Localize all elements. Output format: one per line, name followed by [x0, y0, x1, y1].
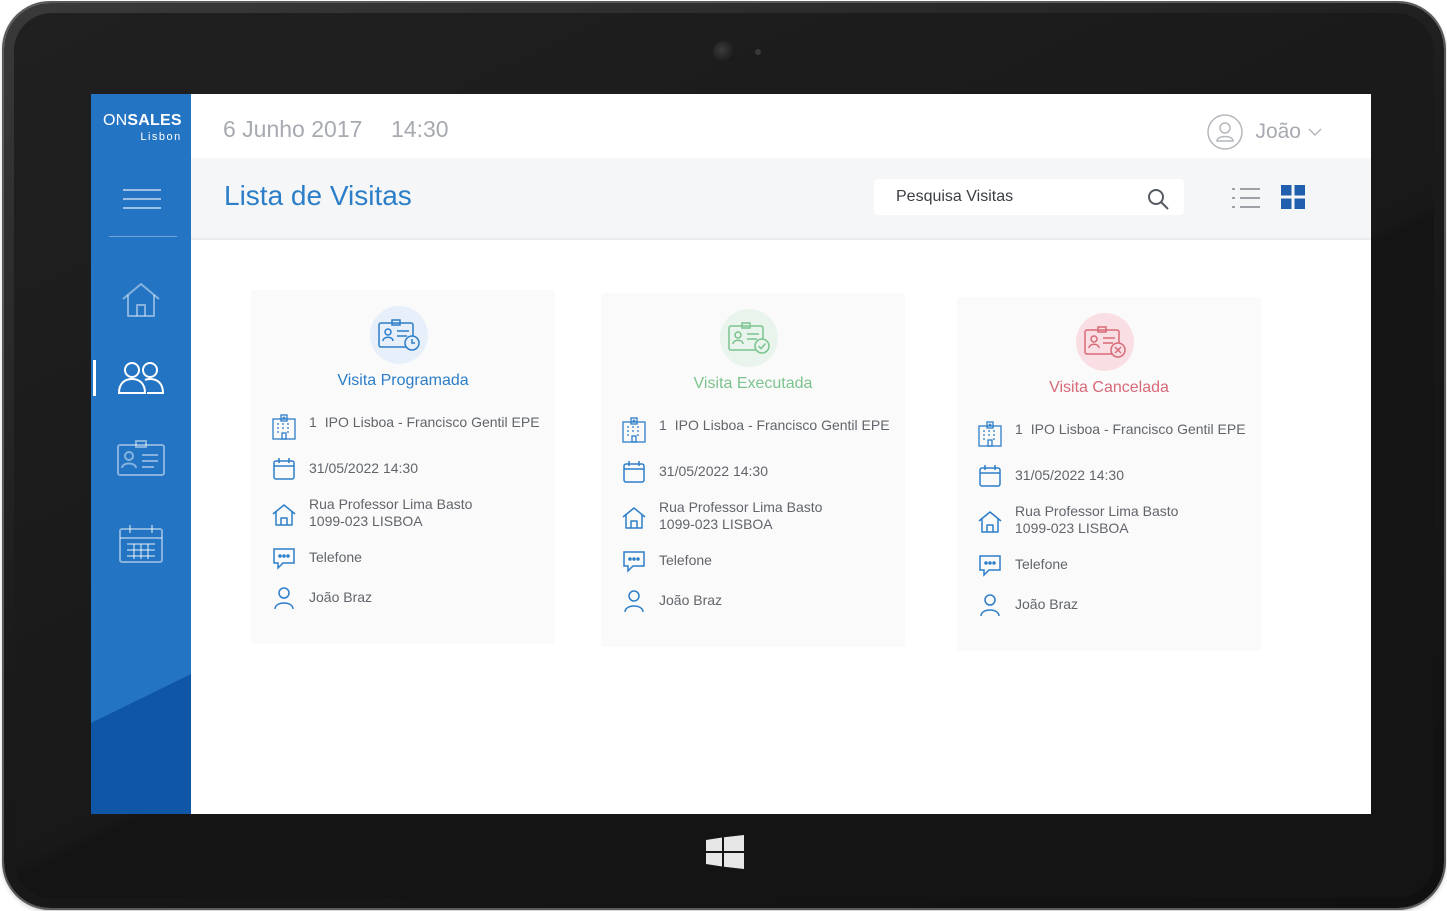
- status-badge: [1076, 313, 1134, 371]
- calendar-icon: [273, 458, 295, 480]
- avatar-icon: [1207, 114, 1244, 150]
- status-badge: [720, 309, 778, 367]
- visit-status-title: Visita Programada: [337, 372, 469, 389]
- visit-status-title: Visita Executada: [693, 375, 813, 392]
- contact-row: Telefone: [977, 552, 1068, 578]
- visit-card-cancelada[interactable]: Visita Cancelada 1 IPO Lisboa - Francisco…: [957, 297, 1261, 651]
- chat-bubble-icon: [623, 551, 645, 573]
- sidebar-divider: [109, 236, 177, 237]
- home-icon: [978, 511, 1002, 533]
- sensor-dot: [755, 49, 761, 55]
- address-row: Rua Professor Lima Basto 1099-023 LISBOA: [977, 503, 1178, 537]
- home-icon: [272, 504, 296, 526]
- menu-icon[interactable]: [123, 189, 161, 209]
- institution-name: IPO Lisboa - Francisco Gentil EPE: [324, 414, 540, 430]
- person-row: João Braz: [621, 588, 722, 614]
- search-field[interactable]: Pesquisa Visitas: [874, 179, 1184, 215]
- person-icon: [980, 594, 1000, 617]
- address-street: Rua Professor Lima Basto: [1015, 503, 1179, 519]
- calendar-grid-icon: [119, 525, 163, 563]
- address-postal: 1099-023 LISBOA: [659, 516, 773, 532]
- address-postal: 1099-023 LISBOA: [1015, 520, 1129, 536]
- current-date: 6 Junho 2017: [223, 116, 363, 142]
- current-time: 14:30: [391, 116, 449, 142]
- search-icon[interactable]: [1146, 187, 1170, 211]
- visit-card-programada[interactable]: Visita Programada 1 IPO Lisboa - Francisc…: [251, 290, 555, 644]
- institution-name: IPO Lisboa - Francisco Gentil EPE: [674, 417, 890, 433]
- datetime-row: 31/05/2022 14:30: [621, 459, 768, 485]
- chevron-down-icon: [1308, 128, 1322, 137]
- visit-datetime: 31/05/2022 14:30: [659, 463, 768, 479]
- top-bar: 6 Junho 2017 14:30 João: [191, 94, 1371, 158]
- sidebar-item-users[interactable]: [91, 350, 191, 406]
- datetime-row: 31/05/2022 14:30: [977, 463, 1124, 489]
- contact-type: Telefone: [659, 552, 712, 568]
- visit-card-icon: [117, 440, 165, 476]
- visit-datetime: 31/05/2022 14:30: [1015, 467, 1124, 483]
- status-badge: [370, 306, 428, 364]
- calendar-icon: [623, 461, 645, 483]
- visit-card-executada[interactable]: Visita Executada 1 IPO Lisboa - Francisco…: [601, 293, 905, 647]
- person-icon: [624, 590, 644, 613]
- contact-type: Telefone: [1015, 556, 1068, 572]
- contact-row: Telefone: [271, 545, 362, 571]
- visit-done-icon: [728, 322, 770, 354]
- camera-icon: [713, 41, 735, 63]
- home-icon: [122, 283, 160, 317]
- address-row: Rua Professor Lima Basto 1099-023 LISBOA: [621, 499, 822, 533]
- sidebar: ONSALES Lisbon: [91, 94, 191, 814]
- grid-view-icon[interactable]: [1281, 185, 1305, 209]
- person-row: João Braz: [977, 592, 1078, 618]
- calendar-icon: [979, 465, 1001, 487]
- person-row: João Braz: [271, 585, 372, 611]
- contact-type: Telefone: [309, 549, 362, 565]
- person-name: João Braz: [659, 592, 723, 608]
- users-icon: [117, 362, 165, 394]
- person-icon: [274, 587, 294, 610]
- user-menu[interactable]: João: [1207, 114, 1323, 150]
- person-name: João Braz: [1015, 596, 1079, 612]
- page-title: Lista de Visitas: [224, 180, 412, 211]
- visit-status-title: Visita Cancelada: [1049, 379, 1169, 396]
- sidebar-item-calendar[interactable]: [91, 516, 191, 572]
- windows-logo-icon[interactable]: [706, 835, 744, 869]
- hospital-icon: [978, 421, 1002, 447]
- app-logo: ONSALES Lisbon: [103, 112, 182, 143]
- page-header: Lista de Visitas Pesquisa Visitas: [191, 158, 1371, 240]
- institution-row: 1 IPO Lisboa - Francisco Gentil EPE: [977, 421, 1246, 447]
- visit-scheduled-icon: [378, 319, 420, 351]
- institution-row: 1 IPO Lisboa - Francisco Gentil EPE: [271, 414, 540, 440]
- address-row: Rua Professor Lima Basto 1099-023 LISBOA: [271, 496, 472, 530]
- search-input[interactable]: Pesquisa Visitas: [896, 188, 1013, 206]
- list-view-icon[interactable]: [1231, 186, 1261, 210]
- hospital-icon: [622, 417, 646, 443]
- address-street: Rua Professor Lima Basto: [309, 496, 473, 512]
- sidebar-item-home[interactable]: [91, 272, 191, 328]
- address-street: Rua Professor Lima Basto: [659, 499, 823, 515]
- person-name: João Braz: [309, 589, 373, 605]
- app-screen: ONSALES Lisbon 6 Junho 2017 14:30 João L…: [91, 94, 1371, 814]
- visit-datetime: 31/05/2022 14:30: [309, 460, 418, 476]
- hospital-icon: [272, 414, 296, 440]
- datetime-row: 31/05/2022 14:30: [271, 456, 418, 482]
- user-name: João: [1255, 120, 1301, 143]
- sidebar-item-visits[interactable]: [91, 430, 191, 486]
- institution-name: IPO Lisboa - Francisco Gentil EPE: [1030, 421, 1246, 437]
- chat-bubble-icon: [273, 548, 295, 570]
- contact-row: Telefone: [621, 548, 712, 574]
- institution-row: 1 IPO Lisboa - Francisco Gentil EPE: [621, 417, 890, 443]
- chat-bubble-icon: [979, 555, 1001, 577]
- visit-cancelled-icon: [1084, 326, 1126, 358]
- address-postal: 1099-023 LISBOA: [309, 513, 423, 529]
- home-icon: [622, 507, 646, 529]
